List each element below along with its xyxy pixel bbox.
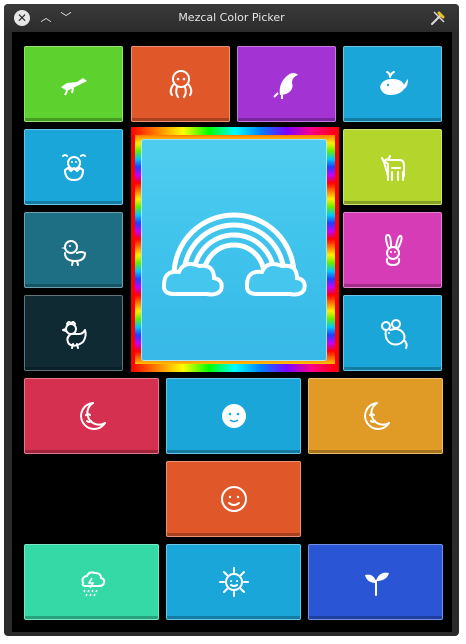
color-tile-mouse[interactable] [343,295,442,371]
color-tile-sun[interactable] [166,544,301,620]
color-tile-alligator[interactable] [24,46,123,122]
rooster-icon [61,321,87,349]
color-tile-seedling[interactable] [308,544,443,620]
emoji-color-grid [12,32,452,632]
color-tile-octopus[interactable] [131,46,230,122]
color-tile-dolphin[interactable] [237,46,336,122]
rainbow-icon [161,212,307,297]
color-tile-baby-chick[interactable] [24,212,123,288]
ox-icon [380,155,405,181]
mouse-icon [380,319,408,349]
color-tile-rabbit[interactable] [343,212,442,288]
rabbit-icon [384,234,403,266]
title-bar: ✕ ︿ ﹀ Mezcal Color Picker [4,4,459,32]
sun-icon [218,567,249,597]
selection-frame-top [131,127,339,135]
full-moon-face-icon [221,404,246,428]
selected-tile-rainbow[interactable] [141,139,327,361]
baby-chick-icon [60,240,86,266]
color-tile-rooster[interactable] [24,295,123,371]
color-tile-ox[interactable] [343,129,442,205]
color-tile-moon-crescent-left[interactable] [24,378,159,454]
color-tile-moon-crescent-right[interactable] [308,378,443,454]
window-title: Mezcal Color Picker [178,11,285,24]
sun-face-icon [220,486,247,512]
dolphin-icon [272,73,298,99]
color-tile-full-moon[interactable] [166,378,301,454]
hatching-chick-icon [61,154,86,181]
octopus-icon [169,70,192,98]
thunder-cloud-icon [81,571,105,597]
whale-icon [379,71,408,95]
color-tile-whale[interactable] [343,46,442,122]
color-tile-storm[interactable] [24,544,159,620]
selection-frame-bottom [131,364,339,372]
crescent-moon-face-icon [363,402,390,430]
alligator-icon [60,78,87,96]
crescent-moon-face-icon [79,402,106,430]
color-picker-icon [429,9,447,27]
app-window: ✕ ︿ ﹀ Mezcal Color Picker [4,4,459,636]
color-tile-sun-face[interactable] [166,461,301,537]
color-tile-hatching-chick[interactable] [24,129,123,205]
seedling-icon [364,572,389,596]
